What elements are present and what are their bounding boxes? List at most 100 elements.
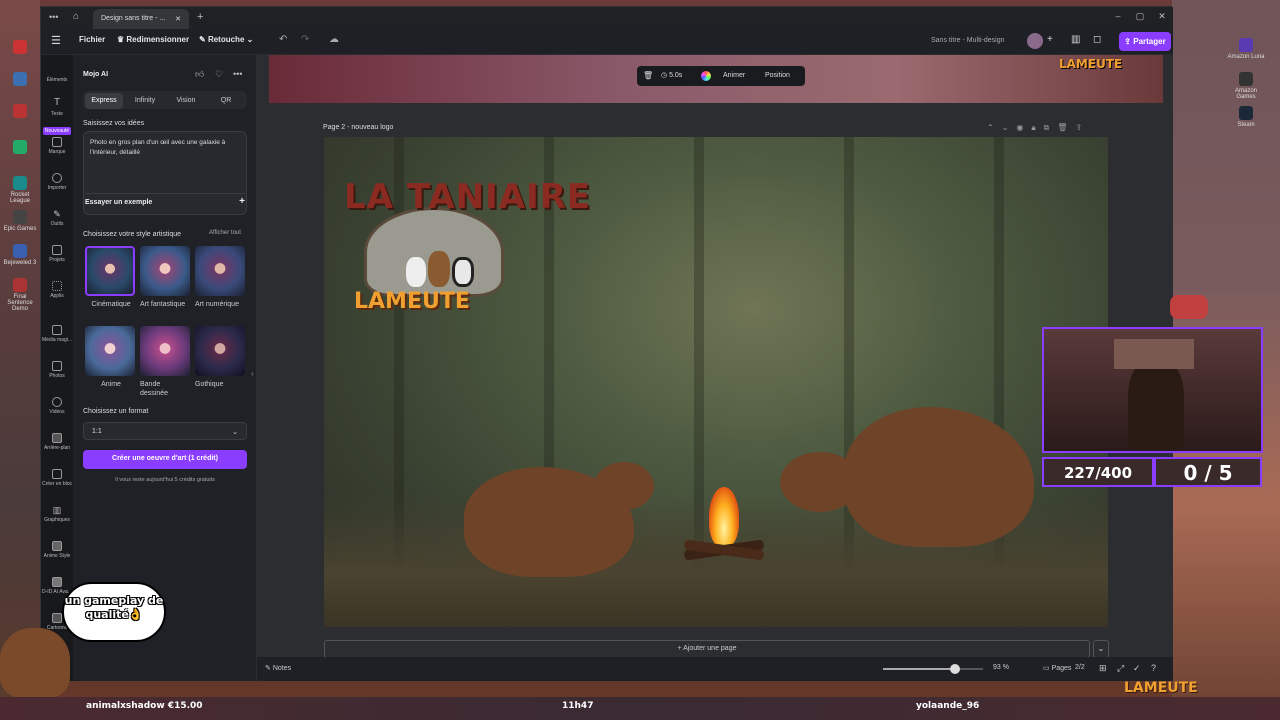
comment-icon[interactable]: ◻: [1093, 34, 1101, 45]
more-options-icon[interactable]: •••: [233, 69, 242, 79]
help-icon[interactable]: ?: [1151, 663, 1156, 673]
collapse-panel-icon[interactable]: ‹: [251, 369, 254, 378]
rail-item-upload[interactable]: Importer: [41, 173, 73, 191]
trash-icon[interactable]: 🗑︎: [643, 71, 653, 80]
desktop-icon[interactable]: Epic Games: [0, 210, 40, 232]
style-thumb-gothic[interactable]: [195, 326, 245, 376]
rail-item-background[interactable]: Arrière-plan: [41, 433, 73, 451]
rail-item-anime-style[interactable]: Anime Style: [41, 541, 73, 559]
desktop-icon[interactable]: Amazon Luna: [1226, 38, 1266, 60]
rail-item-text[interactable]: T Texte: [41, 97, 73, 117]
rail-item-bulk-create[interactable]: Créer en bloc: [41, 469, 73, 487]
desktop-icon[interactable]: [0, 40, 40, 56]
browser-window: ••• ⌂ Design sans titre - ... ✕ + – ▢ ✕ …: [40, 6, 1173, 681]
rail-label: Vidéos: [49, 409, 65, 415]
show-all-link[interactable]: Afficher tout: [209, 230, 241, 236]
rail-item-tools[interactable]: ✎ Outils: [41, 209, 73, 227]
style-label-gothic: Gothique: [195, 381, 224, 388]
close-icon[interactable]: ✕: [175, 15, 181, 23]
desktop-icon[interactable]: Amazon Games: [1226, 72, 1266, 100]
minimize-icon[interactable]: –: [1111, 11, 1125, 25]
rail-item-photos[interactable]: Photos: [41, 361, 73, 379]
share-button[interactable]: ⇪ Partager: [1119, 32, 1171, 51]
rail-item-elements[interactable]: Éléments: [41, 77, 73, 83]
rail-label: Graphiques: [44, 517, 70, 523]
try-example-button[interactable]: Essayer un exemple +: [85, 193, 245, 211]
apps-icon: [52, 281, 62, 291]
rail-item-projects[interactable]: Projets: [41, 245, 73, 263]
panda-bear: [452, 257, 474, 287]
analytics-icon[interactable]: ▥: [1071, 34, 1080, 45]
rail-label: Outils: [50, 221, 64, 227]
thumbs-up-icon[interactable]: 👍︎: [195, 69, 204, 80]
app-icon: [13, 72, 27, 86]
plus-icon[interactable]: +: [1047, 34, 1053, 45]
prompt-textarea[interactable]: Photo en gros plan d'un œil avec une gal…: [84, 132, 246, 164]
hamburger-icon[interactable]: ☰: [51, 34, 61, 47]
style-thumb-digital[interactable]: [195, 246, 245, 296]
zoom-value[interactable]: 93 %: [993, 664, 1009, 671]
flame: [709, 487, 739, 547]
fullscreen-icon[interactable]: ⤢: [1117, 663, 1124, 674]
side-rail: Éléments T Texte Nouveauté Marque Importe…: [41, 55, 73, 681]
rail-item-videos[interactable]: Vidéos: [41, 397, 73, 415]
notes-button[interactable]: ✎ Notes: [265, 664, 291, 672]
style-thumb-anime[interactable]: [85, 326, 135, 376]
style-thumb-fantasy[interactable]: [140, 246, 190, 296]
create-art-button[interactable]: Créer une oeuvre d'art (1 crédit): [83, 450, 247, 469]
tab-express[interactable]: Express: [85, 93, 123, 109]
anime-icon: [52, 541, 62, 551]
chevron-down-icon[interactable]: ⌄: [1093, 640, 1109, 658]
cloud-sync-icon[interactable]: ☁: [329, 34, 339, 45]
resize-button[interactable]: ♛ Redimensionner: [117, 35, 189, 44]
rail-label: Importer: [47, 185, 67, 191]
zoom-slider-track[interactable]: [883, 664, 983, 674]
tab-qr[interactable]: QR: [207, 93, 245, 109]
style-thumb-cinematic[interactable]: [85, 246, 135, 296]
color-wheel-icon[interactable]: [701, 71, 711, 81]
tab-bar: ••• ⌂ Design sans titre - ... ✕ + – ▢ ✕: [41, 7, 1173, 29]
design-canvas[interactable]: LA TANIAIRE LAMEUTE: [324, 137, 1108, 627]
timer-button[interactable]: ◷ 5.0s: [661, 71, 682, 79]
page-actions[interactable]: ⌃⌄◉🔒︎⧉🗑︎⇪: [987, 123, 1090, 133]
redo-icon[interactable]: ↷: [301, 34, 309, 45]
desktop-icon[interactable]: [0, 140, 40, 156]
rail-item-brand[interactable]: Marque: [41, 137, 73, 155]
undo-icon[interactable]: ↶: [279, 34, 287, 45]
thumbs-down-icon[interactable]: ♡: [215, 69, 223, 80]
page-label[interactable]: Page 2 - nouveau logo: [323, 124, 393, 131]
desktop-icon[interactable]: Steam: [1226, 106, 1266, 128]
desktop-icon[interactable]: Rocket League: [0, 176, 40, 204]
more-icon[interactable]: •••: [49, 12, 58, 22]
desktop-icon[interactable]: [0, 72, 40, 88]
format-select[interactable]: 1:1 ⌄: [83, 422, 247, 440]
rail-item-charts[interactable]: ▥ Graphiques: [41, 505, 73, 523]
browser-tab[interactable]: Design sans titre - ... ✕: [93, 9, 189, 29]
grid-view-icon[interactable]: ⊞: [1099, 663, 1107, 674]
desktop-icon[interactable]: [0, 104, 40, 120]
home-icon[interactable]: ⌂: [73, 11, 79, 22]
crown-icon: ♛: [117, 35, 127, 44]
check-icon[interactable]: ✓: [1133, 663, 1141, 674]
animate-button[interactable]: Animer: [723, 72, 745, 79]
new-tab-button[interactable]: +: [197, 11, 203, 23]
avatar[interactable]: [1027, 33, 1043, 49]
rail-item-magic-media[interactable]: Média magi...: [41, 325, 73, 343]
retouch-button[interactable]: ✎ Retouche ⌄: [199, 35, 253, 44]
status-bar: ✎ Notes 93 % ▭ Pages 2/2 ⊞ ⤢ ✓ ?: [257, 657, 1173, 681]
desktop-icon[interactable]: Final Sentence Demo: [0, 278, 40, 312]
panel-title: Mojo AI: [83, 71, 109, 78]
pages-button[interactable]: ▭ Pages: [1043, 664, 1071, 672]
position-button[interactable]: Position: [765, 72, 790, 79]
tab-infinity[interactable]: Infinity: [125, 93, 165, 109]
zoom-slider-handle[interactable]: [950, 664, 960, 674]
tab-vision[interactable]: Vision: [167, 93, 205, 109]
style-thumb-comic[interactable]: [140, 326, 190, 376]
add-page-button[interactable]: + Ajouter une page: [324, 640, 1090, 658]
document-title[interactable]: Sans titre - Multi-design: [931, 37, 1005, 44]
close-window-icon[interactable]: ✕: [1155, 11, 1169, 25]
rail-item-apps[interactable]: Applis: [41, 281, 73, 299]
desktop-icon[interactable]: Bejeweled 3: [0, 244, 40, 266]
maximize-icon[interactable]: ▢: [1133, 11, 1147, 25]
file-menu[interactable]: Fichier: [79, 35, 105, 44]
